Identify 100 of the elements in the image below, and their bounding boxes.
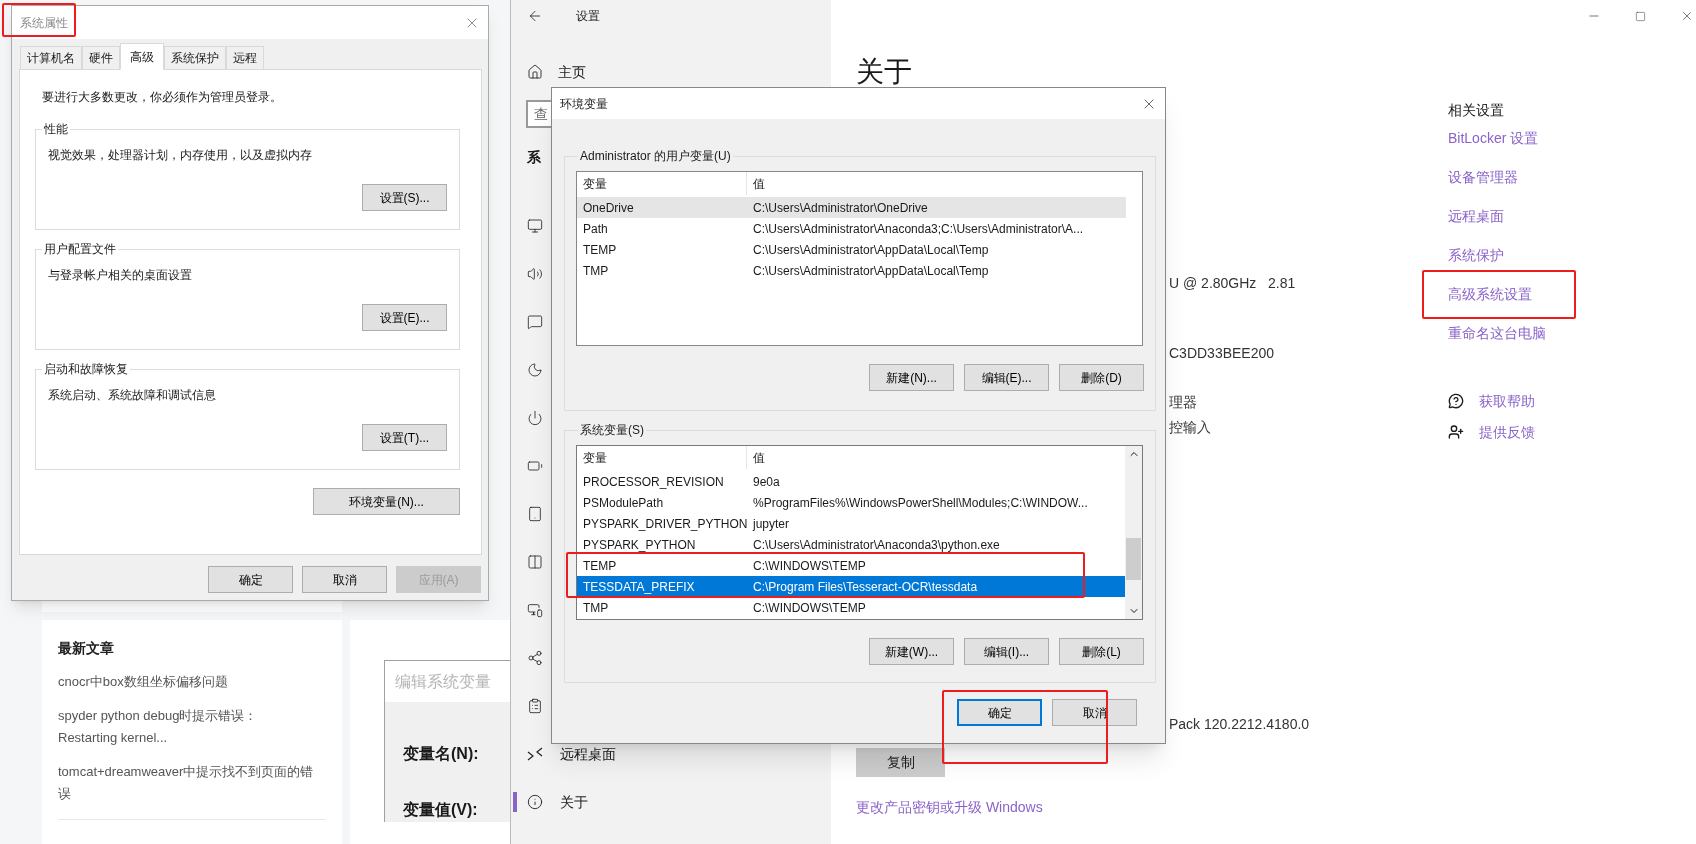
- variable-name: TMP: [582, 262, 610, 280]
- variable-row[interactable]: OneDrive C:\Users\Administrator\OneDrive: [577, 197, 1126, 218]
- columns-icon[interactable]: [527, 554, 543, 570]
- message-icon[interactable]: [527, 314, 543, 330]
- group-label: Administrator 的用户变量(U): [579, 148, 732, 165]
- selection-bar: [513, 792, 517, 812]
- settings-link[interactable]: 系统保护: [1448, 245, 1546, 265]
- tab[interactable]: 高级: [120, 43, 164, 70]
- variable-value: %ProgramFiles%\WindowsPowerShell\Modules;C:\WINDOW...: [752, 494, 1088, 512]
- speaker-icon[interactable]: [527, 266, 543, 282]
- variable-row[interactable]: TESSDATA_PREFIX C:\Program Files\Tesseract-OCR\tessdata: [577, 576, 1126, 597]
- moon-icon[interactable]: [527, 362, 543, 378]
- dialog-button[interactable]: 编辑(E)...: [964, 364, 1049, 391]
- share-icon[interactable]: [527, 650, 543, 666]
- dialog-button[interactable]: 确定: [208, 566, 293, 593]
- variable-value: C:\Users\Administrator\AppData\Local\Temp: [752, 262, 989, 280]
- dialog-button[interactable]: 新建(N)...: [869, 364, 954, 391]
- scroll-thumb[interactable]: [1126, 538, 1141, 580]
- tab[interactable]: 硬件: [82, 46, 120, 70]
- nav-item[interactable]: 主页: [511, 48, 831, 96]
- info-text: C3DD33BEE200: [1169, 344, 1276, 363]
- variable-name: OneDrive: [582, 199, 635, 217]
- group-text: 系统启动、系统故障和调试信息: [48, 387, 217, 404]
- devices-icon[interactable]: [527, 602, 543, 618]
- column-header[interactable]: 变量: [577, 446, 747, 469]
- dialog-button[interactable]: 删除(D): [1059, 364, 1144, 391]
- variable-name: PROCESSOR_REVISION: [582, 473, 725, 491]
- variable-row[interactable]: PYSPARK_DRIVER_PYTHON jupyter: [577, 513, 1126, 534]
- variable-value: C:\Users\Administrator\OneDrive: [752, 199, 928, 217]
- back-icon[interactable]: [527, 8, 543, 24]
- home-icon: [527, 64, 543, 80]
- feedback-icon: [1448, 424, 1464, 440]
- section-heading: 相关设置: [1448, 101, 1505, 120]
- variable-name: PYSPARK_PYTHON: [582, 536, 697, 554]
- dialog-button[interactable]: 环境变量(N)...: [313, 488, 460, 515]
- dialog-button[interactable]: 设置(S)...: [362, 184, 447, 211]
- scrollbar[interactable]: [1125, 446, 1142, 619]
- group-text: 与登录帐户相关的桌面设置: [48, 267, 193, 284]
- variable-row[interactable]: PROCESSOR_REVISION 9e0a: [577, 471, 1126, 492]
- column-header[interactable]: 变量: [577, 172, 747, 195]
- variable-row[interactable]: PYSPARK_PYTHON C:\Users\Administrator\Anaconda3\python.exe: [577, 534, 1126, 555]
- variable-value: 9e0a: [752, 473, 780, 491]
- variable-value: C:\Users\Administrator\Anaconda3\python.exe: [752, 536, 1000, 554]
- variable-name: Path: [582, 220, 609, 238]
- dialog-button[interactable]: 取消: [302, 566, 387, 593]
- product-key-link[interactable]: 更改产品密钥或升级 Windows: [856, 797, 1169, 818]
- variable-row[interactable]: TMP C:\WINDOWS\TEMP: [577, 597, 1126, 618]
- tab[interactable]: 系统保护: [164, 46, 226, 70]
- settings-link[interactable]: 远程桌面: [1448, 206, 1546, 226]
- variable-name: TMP: [582, 599, 610, 617]
- variable-row[interactable]: TEMP C:\Users\Administrator\AppData\Local\Temp: [577, 239, 1126, 260]
- settings-link[interactable]: 设备管理器: [1448, 167, 1546, 187]
- battery-icon[interactable]: [527, 458, 543, 474]
- variable-row[interactable]: Path C:\Users\Administrator\Anaconda3;C:\Users\Administrator\A...: [577, 218, 1126, 239]
- variable-name: TEMP: [582, 241, 618, 259]
- field-label: 变量值(V):: [402, 800, 479, 820]
- group-text: 视觉效果，处理器计划，内存使用，以及虚拟内存: [48, 147, 313, 164]
- copy-button[interactable]: 复制: [856, 748, 945, 777]
- dialog-button[interactable]: 删除(L): [1059, 638, 1144, 665]
- dialog-button[interactable]: 取消: [1052, 699, 1137, 726]
- settings-link[interactable]: BitLocker 设置: [1448, 128, 1546, 148]
- group-label: 系统变量(S): [579, 422, 645, 439]
- support-link[interactable]: 提供反馈: [1448, 422, 1546, 442]
- dialog-button[interactable]: 编辑(I)...: [964, 638, 1049, 665]
- group-label: 性能: [43, 121, 69, 138]
- variable-name: TEMP: [582, 557, 618, 575]
- dialog-button[interactable]: 确定: [957, 699, 1042, 726]
- variable-value: C:\WINDOWS\TEMP: [752, 557, 866, 575]
- settings-link[interactable]: 重命名这台电脑: [1448, 323, 1546, 343]
- dialog-title: 系统属性: [20, 14, 68, 32]
- tab[interactable]: 远程: [226, 46, 264, 70]
- article-link[interactable]: spyder python debug时提示错误： Restarting kernel...: [58, 705, 258, 749]
- info-text: Pack 120.2212.4180.0: [1169, 715, 1311, 734]
- variable-row[interactable]: TMP C:\Users\Administrator\AppData\Local\Temp: [577, 260, 1126, 281]
- settings-link[interactable]: 高级系统设置: [1448, 284, 1546, 304]
- variable-row[interactable]: TEMP C:\WINDOWS\TEMP: [577, 555, 1126, 576]
- nav-item[interactable]: 远程桌面: [511, 730, 831, 778]
- column-header[interactable]: 值: [747, 446, 1126, 469]
- variable-value: C:\Users\Administrator\AppData\Local\Temp: [752, 241, 989, 259]
- clipboard-icon[interactable]: [527, 698, 543, 714]
- section-heading: 系: [527, 147, 541, 167]
- monitor-icon[interactable]: [527, 218, 543, 234]
- article-link[interactable]: tomcat+dreamweaver中提示找不到页面的错 误: [58, 761, 314, 805]
- support-link[interactable]: 获取帮助: [1448, 391, 1546, 411]
- dialog-button[interactable]: 设置(E)...: [362, 304, 447, 331]
- tablet-icon[interactable]: [527, 506, 543, 522]
- article-link[interactable]: cnocr中box数组坐标偏移问题: [58, 671, 228, 693]
- power-icon[interactable]: [527, 410, 543, 426]
- tab[interactable]: 计算机名: [20, 46, 82, 70]
- help-icon: [1448, 393, 1464, 409]
- close-icon[interactable]: [1680, 9, 1694, 23]
- variable-row[interactable]: PSModulePath %ProgramFiles%\WindowsPowerShell\Modules;C:\WINDOW...: [577, 492, 1126, 513]
- dialog-button[interactable]: 新建(W)...: [869, 638, 954, 665]
- dialog-button[interactable]: 设置(T)...: [362, 424, 447, 451]
- variable-value: jupyter: [751, 515, 790, 533]
- remote-icon: [527, 746, 543, 762]
- variable-value: C:\Users\Administrator\Anaconda3;C:\Users\Administrator\A...: [752, 220, 1084, 238]
- group-label: 用户配置文件: [43, 241, 117, 258]
- column-header[interactable]: 值: [747, 172, 1126, 195]
- info-text: 控输入: [1169, 418, 1212, 437]
